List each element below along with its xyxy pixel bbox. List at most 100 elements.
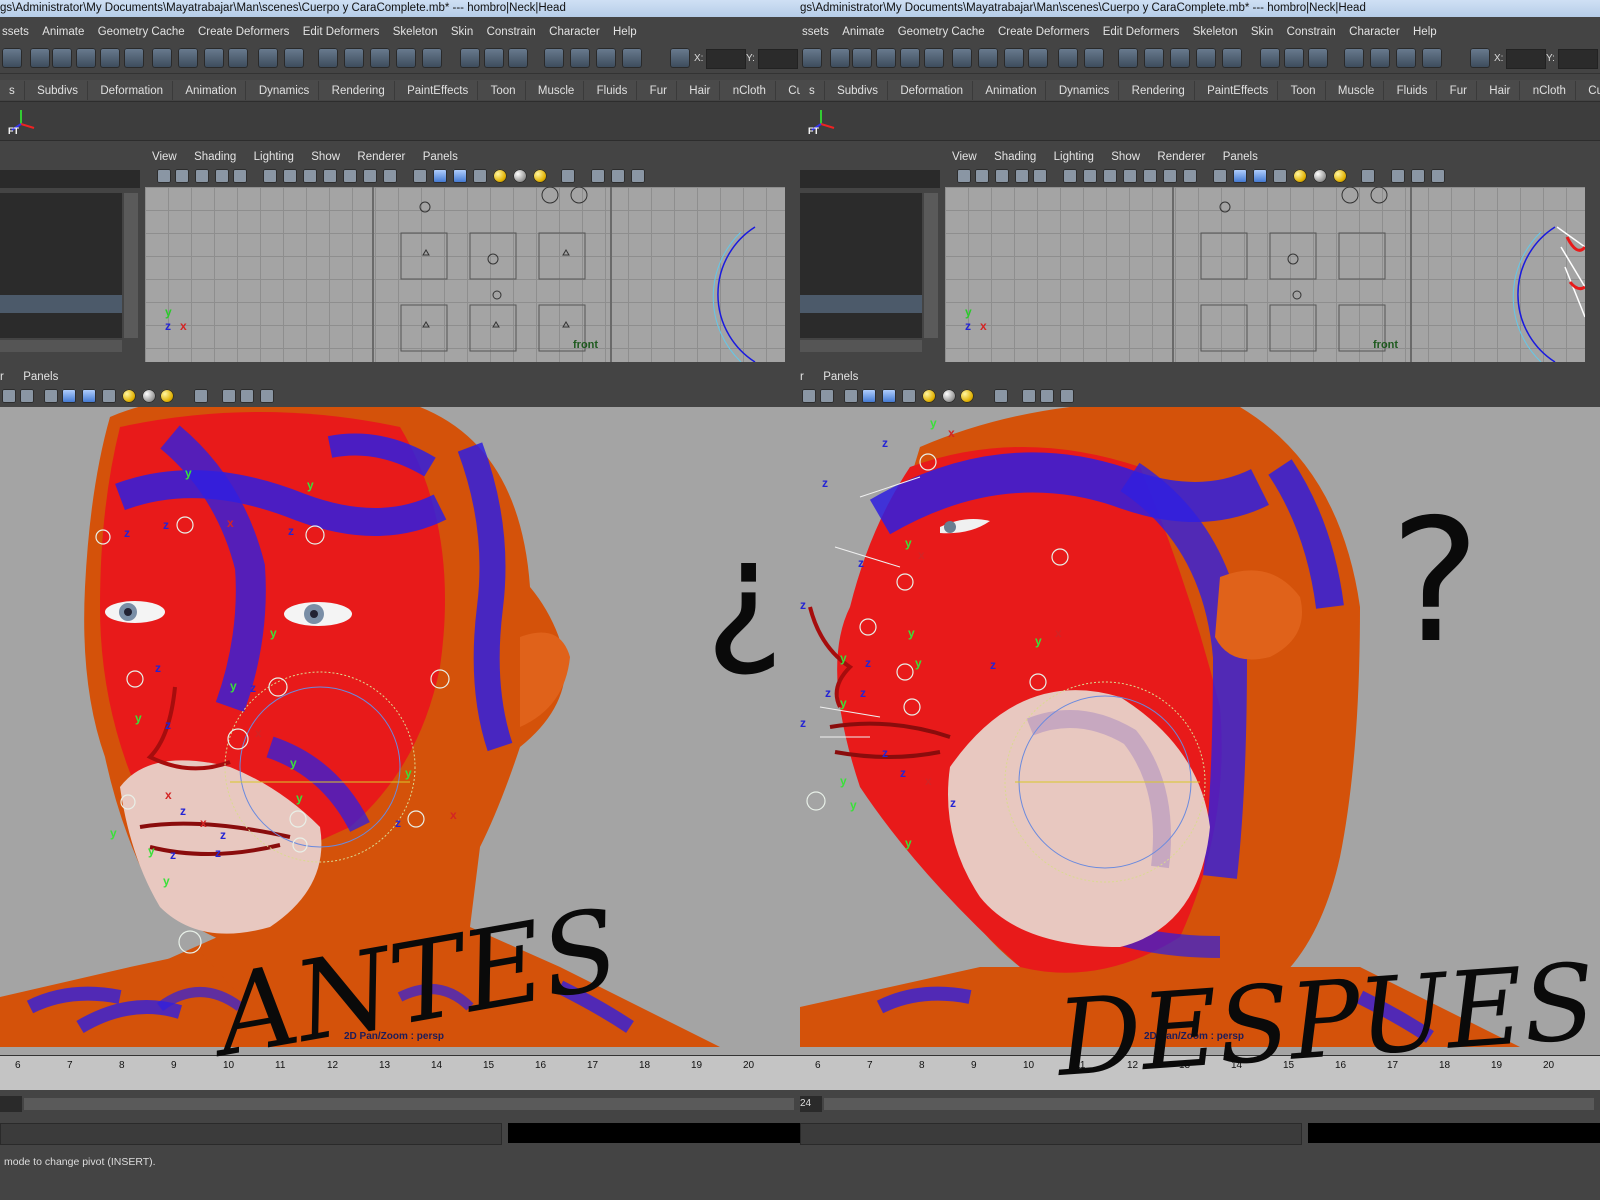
panel-menu-renderer[interactable]: Renderer [1157,151,1205,163]
panel-menu-show[interactable]: Show [311,151,340,163]
grid-icon[interactable] [1033,169,1047,183]
shelf-tab-toon[interactable]: Toon [1282,81,1326,100]
use-all-lights-icon[interactable] [122,389,136,403]
snap-grid-icon[interactable] [318,48,338,68]
outliner-scrollbar[interactable] [124,193,138,338]
share-view-icon[interactable] [260,389,274,403]
hypershade-icon[interactable] [1422,48,1442,68]
menu-constrain[interactable]: Constrain [485,26,536,38]
high-quality-icon[interactable] [1333,169,1347,183]
field-chart-icon[interactable] [323,169,337,183]
shelf-tab-cus[interactable]: Cus [779,81,800,100]
front-viewport[interactable]: y z x front [145,187,785,362]
snap-point-icon[interactable] [1170,48,1190,68]
select-surface-icon[interactable] [124,48,144,68]
select-dynamics-icon[interactable] [978,48,998,68]
menu-assets[interactable]: ssets [800,26,829,38]
hud-icon[interactable] [383,169,397,183]
isolate-select-icon[interactable] [194,389,208,403]
panel-menu-show[interactable]: Show [1111,151,1140,163]
wireframe-on-shaded-icon[interactable] [1253,169,1267,183]
select-misc-icon[interactable] [1028,48,1048,68]
film-gate-icon[interactable] [263,169,277,183]
xray-icon[interactable] [222,389,236,403]
persp-menu-panels[interactable]: Panels [823,371,858,383]
make-live-icon[interactable] [1222,48,1242,68]
xray-icon[interactable] [1022,389,1036,403]
x-field[interactable] [1506,49,1546,69]
snap-curve-icon[interactable] [344,48,364,68]
shelf-tab-muscle[interactable]: Muscle [529,81,585,100]
outliner-selected-row[interactable] [0,295,122,313]
field-chart-icon[interactable] [1123,169,1137,183]
select-render-icon[interactable] [1004,48,1024,68]
shadows-icon[interactable] [942,389,956,403]
high-quality-icon[interactable] [533,169,547,183]
gate-mask-icon[interactable] [303,169,317,183]
share-view-icon[interactable] [631,169,645,183]
xray-icon[interactable] [591,169,605,183]
camera-attributes-icon[interactable] [175,169,189,183]
shelf-tab-fluids[interactable]: Fluids [1388,81,1438,100]
shelf-tab-fluids[interactable]: Fluids [588,81,638,100]
hypershade-icon[interactable] [622,48,642,68]
construction-history-icon[interactable] [1308,48,1328,68]
shelf-tab-ncloth[interactable]: nCloth [724,81,776,100]
shelf-tab-subdivs[interactable]: Subdivs [828,81,889,100]
isolate-select-icon[interactable] [1361,169,1375,183]
xray-joints-icon[interactable] [1411,169,1425,183]
shelf-tab-custom[interactable]: s [0,81,25,100]
bookmarks-icon[interactable] [995,169,1009,183]
grid-icon[interactable] [233,169,247,183]
select-joint-icon[interactable] [876,48,896,68]
textured-icon[interactable] [902,389,916,403]
lock-selection-icon[interactable] [258,48,278,68]
textured-icon[interactable] [1273,169,1287,183]
menu-skeleton[interactable]: Skeleton [391,26,438,38]
y-field[interactable] [758,49,798,69]
high-quality-icon[interactable] [960,389,974,403]
resolution-gate-icon[interactable] [1083,169,1097,183]
select-curve-icon[interactable] [100,48,120,68]
menu-create-deformers[interactable]: Create Deformers [196,26,289,38]
outliner-h-scrollbar[interactable] [800,340,922,352]
menu-constrain[interactable]: Constrain [1285,26,1336,38]
snap-view-plane-icon[interactable] [1196,48,1216,68]
shelf-tab-dynamics[interactable]: Dynamics [1050,81,1120,100]
panel-menu-shading[interactable]: Shading [194,151,236,163]
safe-title-icon[interactable] [363,169,377,183]
menu-assets[interactable]: ssets [0,26,29,38]
use-all-lights-icon[interactable] [1293,169,1307,183]
shelf-tab-toon[interactable]: Toon [482,81,526,100]
shelf-tab-subdivs[interactable]: Subdivs [28,81,89,100]
highlight-selection-icon[interactable] [284,48,304,68]
smooth-shade-icon[interactable] [862,389,876,403]
outliner-filter-field[interactable] [0,170,140,188]
transform-input-mode-icon[interactable] [1470,48,1490,68]
shelf-tab-rendering[interactable]: Rendering [323,81,395,100]
x-field[interactable] [706,49,746,69]
select-dynamics-icon[interactable] [178,48,198,68]
time-slider[interactable]: 6 7 8 9 10 11 12 13 14 15 16 17 18 19 20 [800,1055,1600,1090]
share-view-icon[interactable] [1431,169,1445,183]
outliner-filter-field[interactable] [800,170,940,188]
menu-animate[interactable]: Animate [40,26,84,38]
panel-menu-lighting[interactable]: Lighting [254,151,294,163]
shelf-tab-fur[interactable]: Fur [1441,81,1477,100]
shelf-tab-muscle[interactable]: Muscle [1329,81,1385,100]
select-camera-icon[interactable] [957,169,971,183]
shelf-tab-hair[interactable]: Hair [680,81,721,100]
shadows-icon[interactable] [1313,169,1327,183]
range-end-field[interactable]: 24 [800,1096,822,1112]
range-bar[interactable] [24,1098,794,1110]
select-camera-icon[interactable] [157,169,171,183]
menu-create-deformers[interactable]: Create Deformers [996,26,1089,38]
isolate-select-icon[interactable] [994,389,1008,403]
input-ops-icon[interactable] [460,48,480,68]
range-end-field[interactable] [0,1096,22,1112]
shelf-tab-animation[interactable]: Animation [976,81,1047,100]
shelf-tab-deformation[interactable]: Deformation [91,81,173,100]
xray-joints-icon[interactable] [611,169,625,183]
render-settings-icon[interactable] [1396,48,1416,68]
render-settings-icon[interactable] [596,48,616,68]
